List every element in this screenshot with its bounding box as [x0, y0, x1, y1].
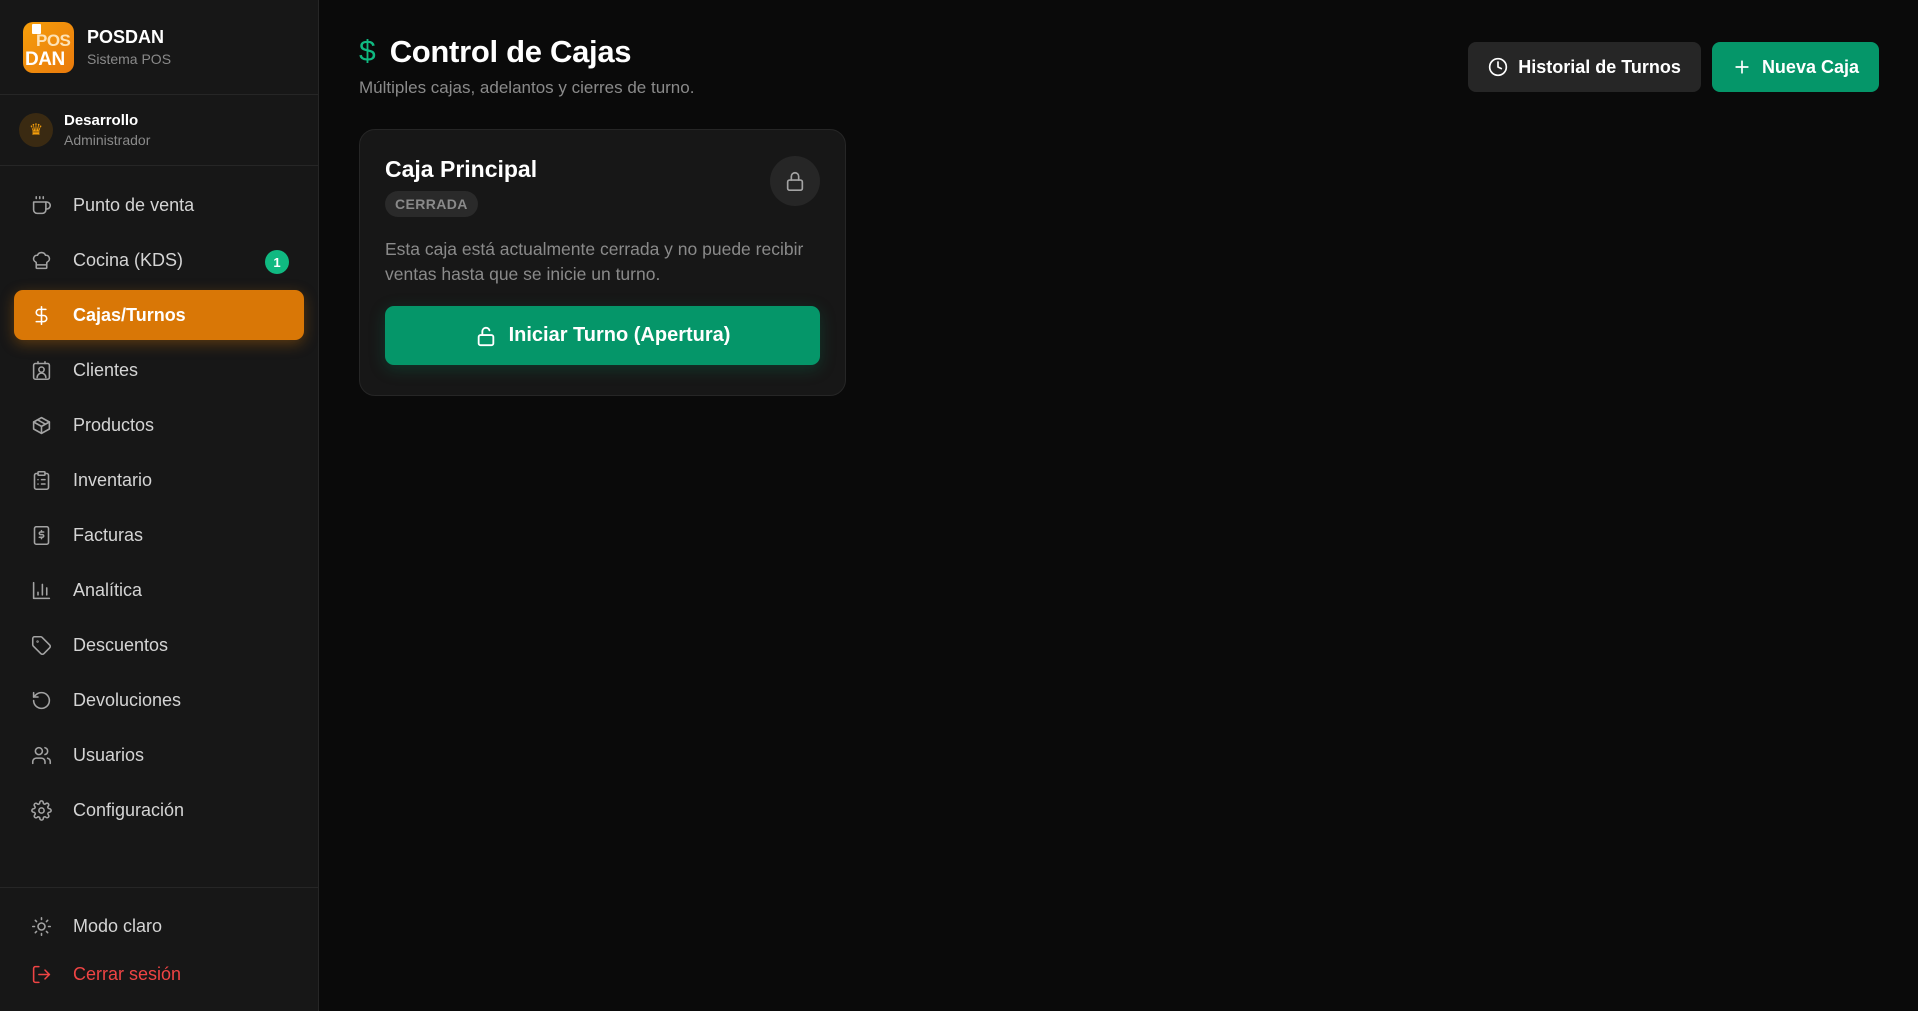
notification-badge: 1 [265, 250, 289, 274]
register-description: Esta caja está actualmente cerrada y no … [385, 239, 804, 284]
brand: POS DAN POSDAN Sistema POS [0, 0, 318, 95]
sun-icon [30, 915, 52, 937]
sidebar-item-label: Usuarios [73, 744, 145, 765]
sidebar-item-label: Cajas/Turnos [73, 304, 186, 325]
user-role: Administrador [64, 132, 151, 148]
sidebar-item-cajas-turnos[interactable]: Cajas/Turnos [14, 290, 304, 340]
open-shift-label: Iniciar Turno (Apertura) [508, 324, 731, 346]
contact-icon [30, 359, 52, 381]
brand-subtitle: Sistema POS [87, 51, 172, 67]
sidebar-item-descuentos[interactable]: Descuentos [14, 620, 304, 670]
sidebar-item-label: Cocina (KDS) [73, 249, 184, 270]
log-out-icon [30, 963, 52, 985]
lock-icon [770, 156, 820, 206]
open-shift-button[interactable]: Iniciar Turno (Apertura) [385, 306, 820, 365]
sidebar-item-label: Punto de venta [73, 194, 195, 215]
sidebar-item-configuracion[interactable]: Configuración [14, 785, 304, 835]
sidebar-nav: Punto de venta Cocina (KDS) 1 Cajas/Turn… [0, 166, 318, 835]
user-profile[interactable]: ♛ Desarrollo Administrador [0, 95, 318, 166]
tag-icon [30, 634, 52, 656]
dollar-icon [30, 304, 52, 326]
sidebar-item-punto-de-venta[interactable]: Punto de venta [14, 180, 304, 230]
page-header: $ Control de Cajas Múltiples cajas, adel… [359, 34, 694, 98]
clipboard-list-icon [30, 469, 52, 491]
sidebar: POS DAN POSDAN Sistema POS ♛ Desarrollo … [0, 0, 319, 1011]
sidebar-item-inventario[interactable]: Inventario [14, 455, 304, 505]
clock-icon [1489, 57, 1508, 77]
shift-history-button[interactable]: Historial de Turnos [1468, 42, 1701, 92]
sidebar-item-label: Devoluciones [73, 689, 182, 710]
sidebar-item-usuarios[interactable]: Usuarios [14, 730, 304, 780]
page-title: Control de Cajas [389, 34, 632, 69]
logout-button[interactable]: Cerrar sesión [14, 950, 304, 998]
rotate-ccw-icon [30, 689, 52, 711]
shift-history-label: Historial de Turnos [1518, 56, 1681, 77]
main-content: $ Control de Cajas Múltiples cajas, adel… [320, 0, 1918, 1011]
sidebar-item-facturas[interactable]: Facturas [14, 510, 304, 560]
lock-open-icon [477, 326, 494, 346]
dollar-icon: $ [359, 35, 376, 68]
plus-icon [1735, 60, 1749, 74]
sidebar-item-label: Analítica [73, 579, 143, 600]
sidebar-item-label: Clientes [73, 359, 139, 380]
brand-name: POSDAN [87, 27, 165, 47]
sidebar-item-label: Inventario [73, 469, 153, 490]
sidebar-footer: Modo claro Cerrar sesión [0, 887, 318, 1011]
logout-label: Cerrar sesión [73, 963, 182, 984]
posdan-logo: POS DAN [23, 21, 74, 73]
theme-toggle-label: Modo claro [73, 915, 163, 936]
sidebar-item-label: Productos [73, 414, 155, 435]
register-title: Caja Principal [385, 156, 538, 182]
coffee-icon [30, 194, 52, 216]
package-icon [30, 414, 52, 436]
sidebar-item-productos[interactable]: Productos [14, 400, 304, 450]
receipt-icon [30, 524, 52, 546]
sidebar-item-label: Descuentos [73, 634, 169, 655]
settings-icon [30, 799, 52, 821]
sidebar-item-label: Facturas [73, 524, 144, 545]
sidebar-item-cocina[interactable]: Cocina (KDS) 1 [14, 235, 304, 285]
status-badge: CERRADA [385, 191, 478, 217]
header-actions: Historial de Turnos Nueva Caja [1468, 42, 1879, 92]
crown-icon: ♛ [19, 113, 53, 147]
theme-toggle-button[interactable]: Modo claro [14, 902, 304, 950]
chef-hat-icon [30, 249, 52, 271]
page-subtitle: Múltiples cajas, adelantos y cierres de … [359, 78, 695, 97]
sidebar-item-devoluciones[interactable]: Devoluciones [14, 675, 304, 725]
register-card: Caja Principal CERRADA Esta caja está ac… [359, 129, 846, 396]
users-icon [30, 744, 52, 766]
sidebar-item-label: Configuración [73, 799, 185, 820]
sidebar-item-analitica[interactable]: Analítica [14, 565, 304, 615]
sidebar-item-clientes[interactable]: Clientes [14, 345, 304, 395]
bar-chart-icon [30, 579, 52, 601]
new-register-label: Nueva Caja [1761, 56, 1859, 77]
new-register-button[interactable]: Nueva Caja [1711, 42, 1879, 92]
user-name: Desarrollo [64, 112, 139, 129]
